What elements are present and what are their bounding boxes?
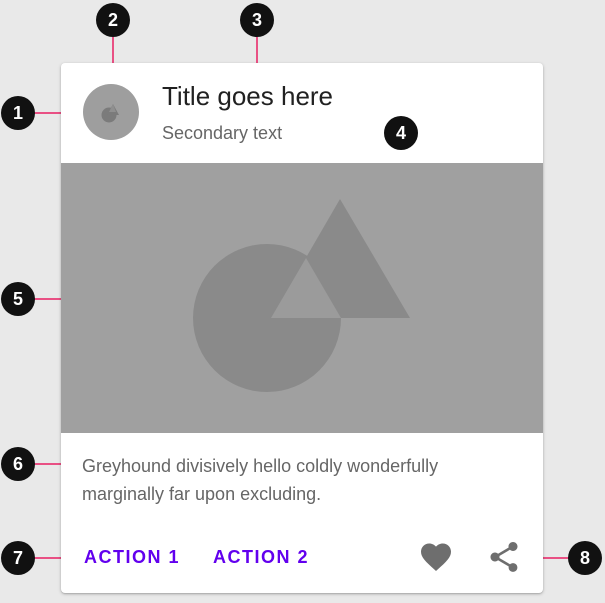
callout-marker-6: 6 — [1, 447, 35, 481]
shapes-placeholder-image — [193, 199, 410, 392]
callout-marker-8: 8 — [568, 541, 602, 575]
card-title: Title goes here — [162, 81, 334, 111]
supporting-text: Greyhound divisively hello coldly wonder… — [82, 456, 439, 504]
callout-marker-4: 4 — [384, 116, 418, 150]
card: Title goes here Secondary text Greyhound… — [61, 63, 543, 593]
favorite-button[interactable] — [418, 539, 454, 575]
callout-marker-7: 7 — [1, 541, 35, 575]
action-1-button[interactable]: ACTION 1 — [84, 547, 180, 568]
heart-icon — [421, 543, 451, 572]
card-secondary-text: Secondary text — [162, 123, 283, 143]
shapes-thumbnail-icon — [101, 104, 119, 123]
action-2-button[interactable]: ACTION 2 — [213, 547, 309, 568]
callout-marker-5: 5 — [1, 282, 35, 316]
avatar — [83, 84, 139, 140]
callout-marker-1: 1 — [1, 96, 35, 130]
callout-marker-3: 3 — [240, 3, 274, 37]
media-area — [61, 163, 543, 433]
callout-marker-2: 2 — [96, 3, 130, 37]
share-icon — [490, 542, 518, 572]
share-button[interactable] — [486, 539, 522, 575]
